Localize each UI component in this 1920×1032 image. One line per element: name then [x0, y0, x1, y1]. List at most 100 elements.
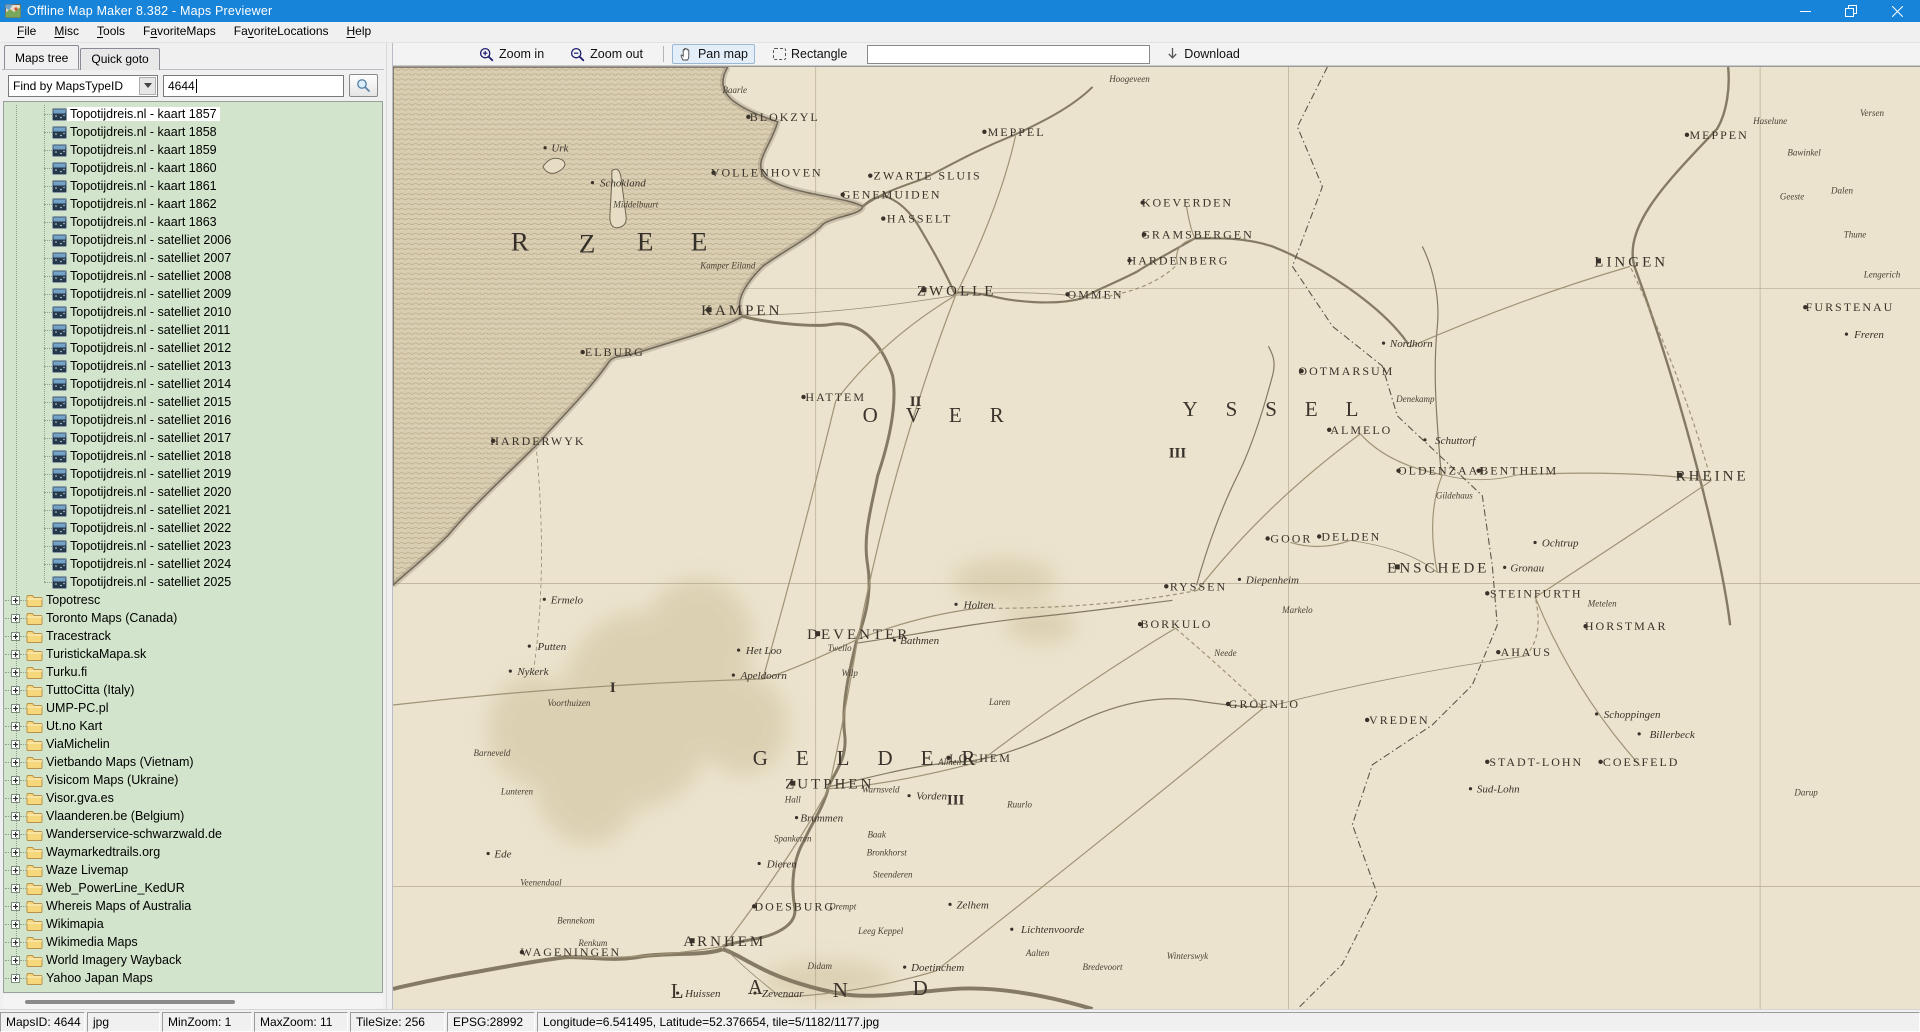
tree-item-folder[interactable]: TuttoCitta (Italy) — [4, 681, 382, 699]
menu-item-favoritemaps[interactable]: FavoriteMaps — [134, 22, 225, 41]
download-button[interactable]: Download — [1160, 45, 1246, 63]
close-button[interactable] — [1874, 0, 1920, 22]
tree-item-map[interactable]: Topotijdreis.nl - satelliet 2012 — [4, 339, 382, 357]
tree-item-folder[interactable]: Toronto Maps (Canada) — [4, 609, 382, 627]
map-label: Lengerich — [1863, 269, 1901, 279]
map-image-icon — [52, 108, 67, 121]
tree-item-folder[interactable]: Vietbando Maps (Vietnam) — [4, 753, 382, 771]
map-label: Doetinchem — [910, 962, 964, 974]
zoom-in-button[interactable]: Zoom in — [473, 45, 550, 64]
map-viewport[interactable]: RZEEOVERYSSELGELDERLANDIIIIIIIIIUrkSchok… — [393, 66, 1920, 1009]
tree-item-map[interactable]: Topotijdreis.nl - satelliet 2008 — [4, 267, 382, 285]
map-label: Urk — [551, 143, 569, 155]
tree-item-folder[interactable]: Web_PowerLine_KedUR — [4, 879, 382, 897]
zoom-out-button[interactable]: Zoom out — [564, 45, 649, 64]
tree-item-folder[interactable]: Waymarkedtrails.org — [4, 843, 382, 861]
historical-map: RZEEOVERYSSELGELDERLANDIIIIIIIIIUrkSchok… — [393, 67, 1920, 1009]
town-marker — [1382, 342, 1385, 345]
tree-item-map[interactable]: Topotijdreis.nl - satelliet 2015 — [4, 393, 382, 411]
tree-item-folder[interactable]: Ut.no Kart — [4, 717, 382, 735]
menu-item-favoritelocations[interactable]: FavoriteLocations — [225, 22, 338, 41]
town-marker — [795, 816, 798, 819]
tab-quick-goto[interactable]: Quick goto — [80, 48, 159, 70]
tree-item-folder[interactable]: Visicom Maps (Ukraine) — [4, 771, 382, 789]
pan-map-button[interactable]: Pan map — [672, 44, 755, 64]
menu-item-file[interactable]: File — [8, 22, 45, 41]
tree-item-folder[interactable]: Whereis Maps of Australia — [4, 897, 382, 915]
map-image-icon — [52, 540, 67, 553]
scrollbar-thumb[interactable] — [25, 1000, 235, 1004]
tree-item-map[interactable]: Topotijdreis.nl - kaart 1859 — [4, 141, 382, 159]
tree-item-folder[interactable]: ViaMichelin — [4, 735, 382, 753]
find-mode-dropdown[interactable]: Find by MapsTypeID — [8, 75, 158, 97]
map-image-icon — [52, 162, 67, 175]
folder-icon — [26, 720, 43, 733]
minimize-button[interactable] — [1782, 0, 1828, 22]
map-image-icon — [52, 324, 67, 337]
tree-item-map[interactable]: Topotijdreis.nl - satelliet 2020 — [4, 483, 382, 501]
tree-item-folder[interactable]: Wikimedia Maps — [4, 933, 382, 951]
tree-item-map[interactable]: Topotijdreis.nl - satelliet 2013 — [4, 357, 382, 375]
tree-horizontal-scrollbar[interactable] — [3, 995, 383, 1009]
tree-item-folder[interactable]: Turku.fi — [4, 663, 382, 681]
map-label: Bathmen — [900, 635, 940, 647]
tree-item-map[interactable]: Topotijdreis.nl - satelliet 2009 — [4, 285, 382, 303]
tree-item-folder[interactable]: Waze Livemap — [4, 861, 382, 879]
map-label: STADT-LOHN — [1489, 755, 1583, 769]
tree-item-map[interactable]: Topotijdreis.nl - satelliet 2016 — [4, 411, 382, 429]
tree-item-folder[interactable]: UMP-PC.pl — [4, 699, 382, 717]
tree-item-map[interactable]: Topotijdreis.nl - satelliet 2017 — [4, 429, 382, 447]
tree-item-map[interactable]: Topotijdreis.nl - kaart 1861 — [4, 177, 382, 195]
tree-item-folder[interactable]: Tracestrack — [4, 627, 382, 645]
tree-item-map[interactable]: Topotijdreis.nl - satelliet 2021 — [4, 501, 382, 519]
tree-item-map[interactable]: Topotijdreis.nl - kaart 1862 — [4, 195, 382, 213]
map-image-icon — [52, 198, 67, 211]
tree-item-map[interactable]: Topotijdreis.nl - kaart 1863 — [4, 213, 382, 231]
menu-item-misc[interactable]: Misc — [45, 22, 88, 41]
title-bar: Offline Map Maker 8.382 - Maps Previewer — [0, 0, 1920, 22]
toolbar-input[interactable] — [867, 45, 1150, 64]
tree-item-map[interactable]: Topotijdreis.nl - satelliet 2024 — [4, 555, 382, 573]
pan-hand-icon — [679, 47, 693, 61]
tree-item-map[interactable]: Topotijdreis.nl - kaart 1860 — [4, 159, 382, 177]
menu-item-help[interactable]: Help — [338, 22, 381, 41]
town-marker — [868, 173, 872, 177]
town-marker — [732, 673, 735, 676]
tree-item-map[interactable]: Topotijdreis.nl - satelliet 2019 — [4, 465, 382, 483]
rectangle-button[interactable]: Rectangle — [767, 45, 853, 63]
menu-item-tools[interactable]: Tools — [88, 22, 134, 41]
tree-item-map[interactable]: Topotijdreis.nl - satelliet 2022 — [4, 519, 382, 537]
tree-item-folder[interactable]: Wikimapia — [4, 915, 382, 933]
maps-type-id-input[interactable]: 4644 — [163, 75, 344, 97]
tree-item-map[interactable]: Topotijdreis.nl - kaart 1857 — [4, 105, 382, 123]
map-label: Bawinkel — [1787, 148, 1821, 158]
tree-item-map[interactable]: Topotijdreis.nl - satelliet 2025 — [4, 573, 382, 591]
tree-item-folder[interactable]: Yahoo Japan Maps — [4, 969, 382, 987]
status-tilesize: TileSize: 256 — [350, 1012, 445, 1032]
map-image-icon — [52, 396, 67, 409]
tree-item-map[interactable]: Topotijdreis.nl - satelliet 2014 — [4, 375, 382, 393]
folder-icon — [26, 684, 43, 697]
tree-item-folder[interactable]: TuristickaMapa.sk — [4, 645, 382, 663]
map-label: Laren — [988, 697, 1011, 707]
dropdown-arrow-icon[interactable] — [139, 77, 156, 95]
tree-item-folder[interactable]: World Imagery Wayback — [4, 951, 382, 969]
tree-item-folder[interactable]: Visor.gva.es — [4, 789, 382, 807]
tree-item-map[interactable]: Topotijdreis.nl - satelliet 2010 — [4, 303, 382, 321]
tree-item-folder[interactable]: Vlaanderen.be (Belgium) — [4, 807, 382, 825]
tree-item-map[interactable]: Topotijdreis.nl - satelliet 2007 — [4, 249, 382, 267]
restore-button[interactable] — [1828, 0, 1874, 22]
map-label: Voorthuizen — [547, 698, 590, 708]
tree-item-folder[interactable]: Wanderservice-schwarzwald.de — [4, 825, 382, 843]
tab-maps-tree[interactable]: Maps tree — [4, 45, 79, 69]
map-label: ZWOLLE — [917, 283, 997, 299]
tree-item-folder[interactable]: Topotresc — [4, 591, 382, 609]
tree-item-map[interactable]: Topotijdreis.nl - satelliet 2023 — [4, 537, 382, 555]
tree-item-map[interactable]: Topotijdreis.nl - kaart 1858 — [4, 123, 382, 141]
search-button[interactable] — [349, 74, 378, 97]
map-label: LINGEN — [1594, 254, 1668, 270]
tree-item-map[interactable]: Topotijdreis.nl - satelliet 2006 — [4, 231, 382, 249]
tree-item-map[interactable]: Topotijdreis.nl - satelliet 2018 — [4, 447, 382, 465]
tree-item-map[interactable]: Topotijdreis.nl - satelliet 2011 — [4, 321, 382, 339]
town-marker — [509, 669, 512, 672]
